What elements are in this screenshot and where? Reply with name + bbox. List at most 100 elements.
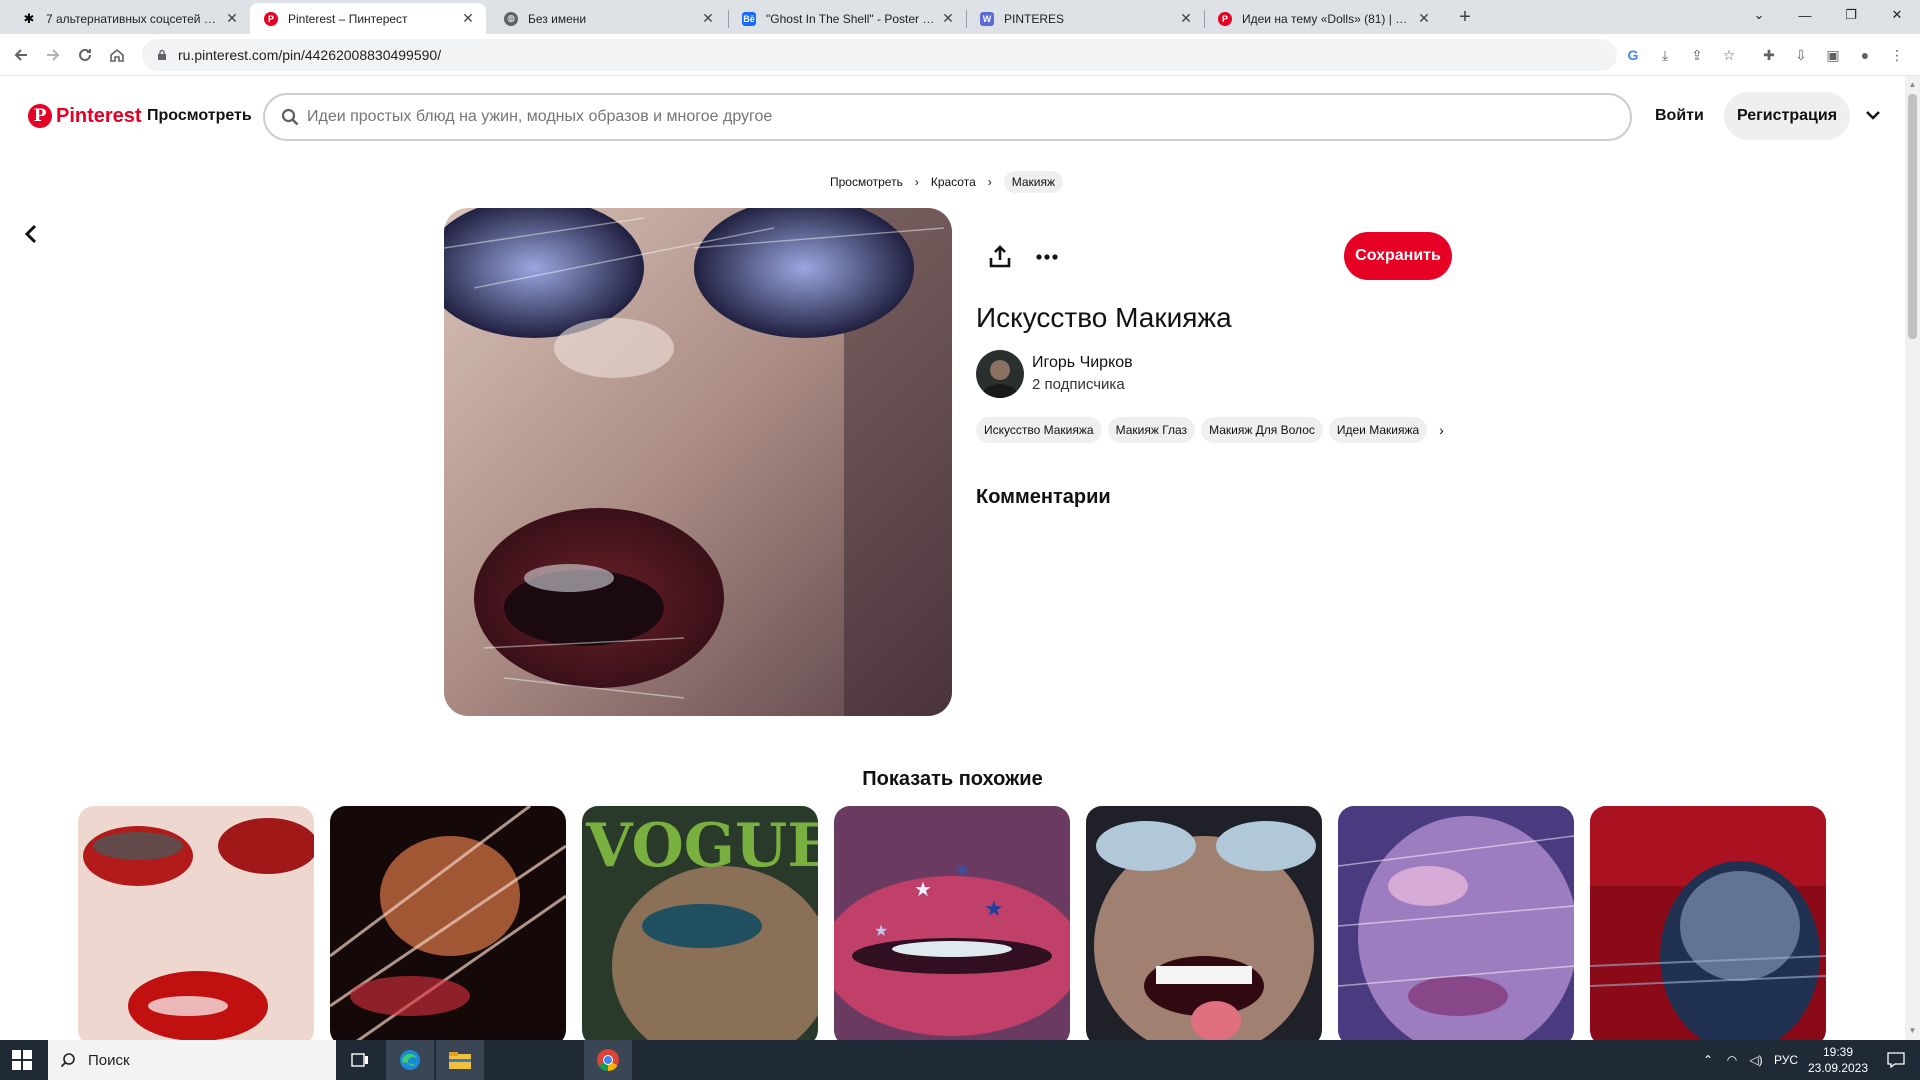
close-tab-icon[interactable]: ✕ <box>1178 10 1194 27</box>
browser-tab[interactable]: ✱ 7 альтернативных соцсетей для ✕ <box>8 3 250 34</box>
browser-tab-active[interactable]: P Pinterest – Пинтерест ✕ <box>250 3 486 34</box>
tag-chip[interactable]: Макияж Глаз <box>1107 417 1196 443</box>
clock-time: 19:39 <box>1822 1045 1854 1059</box>
browser-tab[interactable]: ◍ Без имени ✕ <box>490 3 726 34</box>
similar-pin-card[interactable] <box>78 806 314 1040</box>
close-tab-icon[interactable]: ✕ <box>700 10 716 27</box>
browser-tab-bar: ✱ 7 альтернативных соцсетей для ✕ P Pint… <box>0 0 1920 34</box>
red-eye-makeup-image <box>78 806 314 1040</box>
tab-search-icon[interactable]: ⌄ <box>1736 0 1782 30</box>
light-streaks-image <box>330 806 566 1040</box>
similar-pin-card[interactable] <box>1086 806 1322 1040</box>
tab-title: 7 альтернативных соцсетей для <box>46 11 220 26</box>
app-icon: W <box>980 11 994 26</box>
search-bar[interactable] <box>263 93 1632 141</box>
tag-chip[interactable]: Макияж Для Волос <box>1201 417 1323 443</box>
pin-image[interactable] <box>444 208 952 716</box>
pinterest-logo[interactable]: P Pinterest <box>28 104 142 128</box>
similar-pin-card[interactable] <box>1338 806 1574 1040</box>
globe-icon: ◍ <box>504 11 518 26</box>
arrow-left-icon <box>14 49 27 61</box>
share-icon[interactable] <box>987 244 1013 270</box>
tag-chip[interactable]: Искусство Макияжа <box>976 417 1102 443</box>
similar-pin-card[interactable] <box>330 806 566 1040</box>
chevron-right-icon[interactable]: › <box>1439 422 1444 438</box>
comments-heading: Комментарии <box>976 486 1111 508</box>
downloads-icon[interactable]: ⇩ <box>1788 42 1814 68</box>
install-app-icon[interactable]: ⤓ <box>1652 42 1678 68</box>
windows-start-icon[interactable] <box>12 1050 32 1070</box>
chevron-down-icon[interactable] <box>1862 104 1884 126</box>
browser-tab[interactable]: P Идеи на тему «Dolls» (81) | кукл ✕ <box>1204 3 1442 34</box>
address-bar[interactable]: ru.pinterest.com/pin/44262008830499590/ <box>142 39 1617 71</box>
pinterest-icon: P <box>1218 11 1232 26</box>
reload-button[interactable] <box>70 40 100 70</box>
avatar[interactable] <box>976 350 1024 398</box>
bookmark-star-icon[interactable]: ☆ <box>1716 42 1742 68</box>
similar-pin-card[interactable]: VOGUE <box>582 806 818 1040</box>
reload-icon <box>79 48 91 61</box>
search-input[interactable] <box>307 108 1507 126</box>
close-tab-icon[interactable]: ✕ <box>940 10 956 27</box>
new-tab-button[interactable]: + <box>1452 6 1478 32</box>
language-indicator[interactable]: РУС <box>1768 1053 1804 1067</box>
home-icon <box>110 48 124 62</box>
more-options-icon[interactable] <box>1034 244 1060 270</box>
similar-heading: Показать похожие <box>862 768 1043 790</box>
back-arrow-icon[interactable] <box>20 222 44 246</box>
browser-tab[interactable]: Bē "Ghost In The Shell" - Poster Pos ✕ <box>728 3 966 34</box>
similar-pin-card[interactable]: ★ ★ ★ ★ <box>834 806 1070 1040</box>
logo-text: Pinterest <box>56 104 142 127</box>
share-page-icon[interactable]: ⇪ <box>1684 42 1710 68</box>
scroll-down-icon[interactable]: ▼ <box>1908 1026 1917 1035</box>
scrollbar-thumb[interactable] <box>1908 94 1917 339</box>
close-tab-icon[interactable]: ✕ <box>460 10 476 27</box>
menu-icon[interactable]: ⋮ <box>1884 42 1910 68</box>
tab-title: Pinterest – Пинтерест <box>288 11 408 26</box>
user-avatar-image <box>976 350 1024 398</box>
google-icon[interactable]: G <box>1620 42 1646 68</box>
browser-tab[interactable]: W PINTERES ✕ <box>966 3 1204 34</box>
chevron-up-icon[interactable]: ⌃ <box>1696 1053 1720 1067</box>
save-button[interactable]: Сохранить <box>1344 232 1452 280</box>
pinterest-page: P Pinterest Просмотреть Войти Регистраци… <box>0 76 1905 1040</box>
profile-icon[interactable]: ● <box>1852 42 1878 68</box>
breadcrumb: Просмотреть › Красота › Макияж <box>830 171 1064 193</box>
taskbar-search[interactable]: Поиск <box>48 1040 336 1080</box>
restore-button[interactable]: ❐ <box>1828 0 1874 30</box>
explore-link[interactable]: Просмотреть <box>147 107 252 125</box>
breadcrumb-item-current[interactable]: Макияж <box>1003 171 1064 193</box>
close-window-button[interactable]: ✕ <box>1874 0 1920 30</box>
signup-button[interactable]: Регистрация <box>1724 92 1850 140</box>
url-text: ru.pinterest.com/pin/44262008830499590/ <box>178 47 442 63</box>
notifications-icon[interactable] <box>1872 1040 1920 1080</box>
author-name[interactable]: Игорь Чирков <box>1032 354 1133 372</box>
login-button[interactable]: Войти <box>1655 107 1704 125</box>
taskbar-clock[interactable]: 19:39 23.09.2023 <box>1802 1044 1874 1076</box>
wifi-icon[interactable]: ◠ <box>1720 1053 1744 1067</box>
similar-pin-card[interactable] <box>1590 806 1826 1040</box>
home-button[interactable] <box>102 40 132 70</box>
close-tab-icon[interactable]: ✕ <box>224 10 240 27</box>
chrome-head-image <box>1590 806 1826 1040</box>
tag-chip[interactable]: Идеи Макияжа <box>1328 417 1428 443</box>
close-tab-icon[interactable]: ✕ <box>1416 10 1432 27</box>
file-explorer-icon[interactable] <box>436 1040 484 1080</box>
extensions-icon[interactable]: ✚ <box>1756 42 1782 68</box>
windows-taskbar: Поиск ⌃ ◠ ◁) РУС 19:39 23.09.2023 <box>0 1040 1920 1080</box>
task-view-icon[interactable] <box>336 1040 384 1080</box>
minimize-button[interactable]: — <box>1782 0 1828 30</box>
forward-button[interactable] <box>38 40 68 70</box>
breadcrumb-item[interactable]: Просмотреть <box>830 175 903 189</box>
side-panel-icon[interactable]: ▣ <box>1820 42 1846 68</box>
volume-icon[interactable]: ◁) <box>1744 1053 1768 1067</box>
page-scrollbar[interactable]: ▲ ▼ <box>1905 76 1920 1040</box>
scroll-up-icon[interactable]: ▲ <box>1908 80 1917 89</box>
breadcrumb-item[interactable]: Красота <box>931 175 976 189</box>
edge-icon[interactable] <box>386 1040 434 1080</box>
pinterest-icon: P <box>28 104 52 128</box>
pinterest-icon: P <box>264 11 278 26</box>
chrome-icon[interactable] <box>584 1040 632 1080</box>
back-button[interactable] <box>6 40 36 70</box>
lock-icon <box>158 49 166 60</box>
